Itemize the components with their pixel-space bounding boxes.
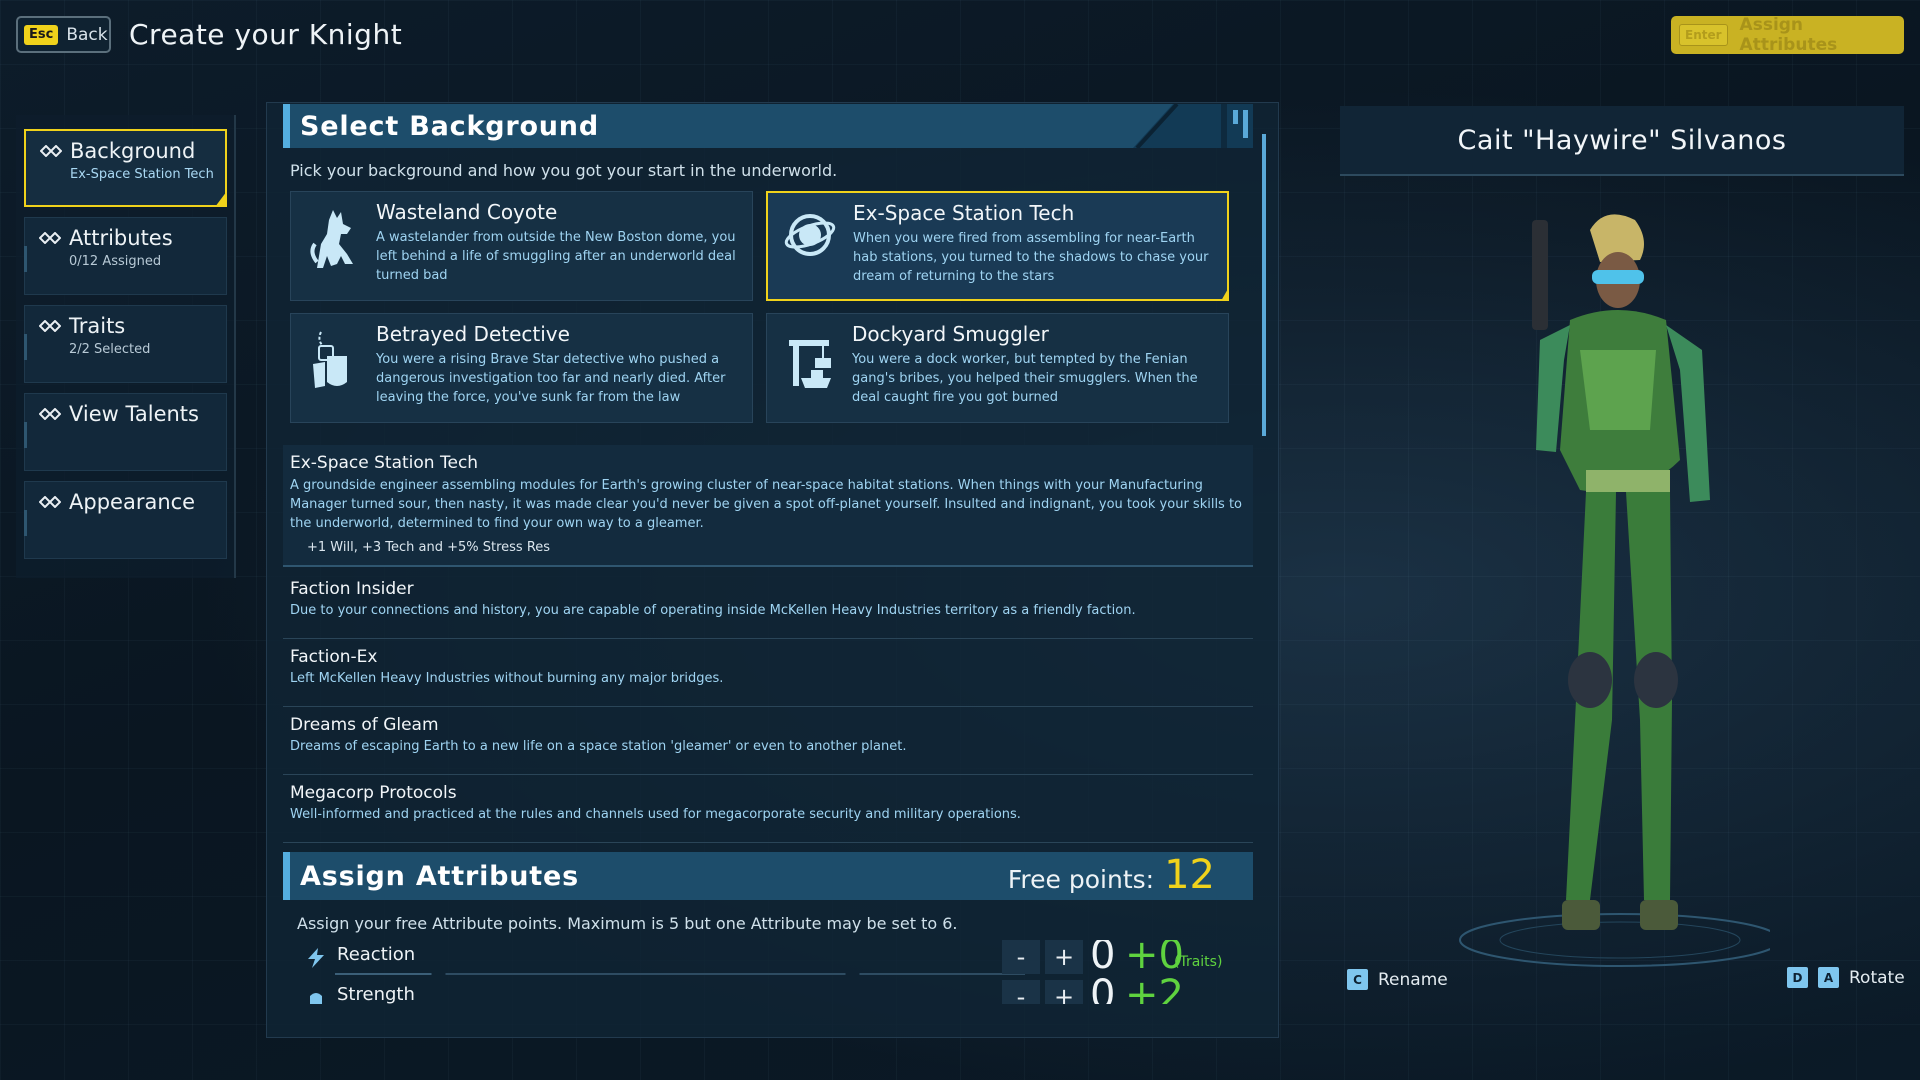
card-title: Dockyard Smuggler bbox=[852, 322, 1049, 346]
esc-key-hint: Esc bbox=[24, 24, 59, 45]
attributes-intro-text: Assign your free Attribute points. Maxim… bbox=[297, 914, 958, 933]
rotate-label: Rotate bbox=[1849, 967, 1905, 988]
sidebar-item-sub: Ex-Space Station Tech bbox=[70, 167, 214, 182]
character-model[interactable] bbox=[1440, 200, 1770, 980]
character-name: Cait "Haywire" Silvanos bbox=[1340, 106, 1904, 176]
cards-scrollbar[interactable] bbox=[1262, 134, 1266, 436]
section-title: Assign Attributes bbox=[300, 860, 579, 892]
trait-name: Faction-Ex bbox=[290, 647, 378, 667]
strength-icon bbox=[310, 993, 322, 1004]
trait-name: Dreams of Gleam bbox=[290, 715, 439, 735]
d-key-hint: D bbox=[1787, 967, 1808, 988]
attribute-value: 0 bbox=[1090, 972, 1116, 1004]
sidebar-item-label: Traits bbox=[69, 314, 126, 338]
crane-icon bbox=[789, 340, 831, 388]
enter-key-hint: Enter bbox=[1679, 24, 1728, 46]
rename-hint[interactable]: C Rename bbox=[1347, 969, 1448, 990]
diamond-arrows-icon bbox=[40, 145, 62, 157]
diamond-arrows-icon bbox=[39, 320, 61, 332]
decrease-button[interactable]: - bbox=[1002, 980, 1040, 1004]
rename-label: Rename bbox=[1378, 969, 1448, 990]
card-description: You were a rising Brave Star detective w… bbox=[376, 352, 726, 405]
trait-description: Due to your connections and history, you… bbox=[290, 603, 1136, 618]
card-title: Ex-Space Station Tech bbox=[853, 201, 1075, 225]
free-points: Free points: 12 bbox=[1008, 852, 1215, 898]
section-title: Select Background bbox=[300, 110, 599, 142]
trait-description: Well-informed and practiced at the rules… bbox=[290, 807, 1021, 822]
background-card-dockyard-smuggler[interactable]: Dockyard Smuggler You were a dock worker… bbox=[766, 313, 1229, 423]
trait-name: Megacorp Protocols bbox=[290, 783, 457, 803]
trait-item: Faction Insider Due to your connections … bbox=[283, 573, 1253, 639]
a-key-hint: A bbox=[1818, 967, 1839, 988]
sidebar-item-background[interactable]: Background Ex-Space Station Tech bbox=[24, 129, 227, 207]
sidebar-item-label: View Talents bbox=[69, 402, 199, 426]
trait-description: Left McKellen Heavy Industries without b… bbox=[290, 671, 724, 686]
sidebar-item-sub: 2/2 Selected bbox=[69, 342, 151, 357]
sidebar-item-label: Background bbox=[70, 139, 196, 163]
sidebar-item-appearance[interactable]: Appearance bbox=[24, 481, 227, 559]
assign-attributes-header: Assign Attributes Free points: 12 bbox=[283, 852, 1253, 900]
sidebar-item-sub: 0/12 Assigned bbox=[69, 254, 162, 269]
attribute-bonus: +2 bbox=[1125, 972, 1184, 1004]
sidebar-item-label: Attributes bbox=[69, 226, 173, 250]
sidebar-item-label: Appearance bbox=[69, 490, 196, 514]
detail-title: Ex-Space Station Tech bbox=[290, 453, 479, 473]
card-title: Wasteland Coyote bbox=[376, 200, 558, 224]
diamond-arrows-icon bbox=[39, 232, 61, 244]
trait-description: Dreams of escaping Earth to a new life o… bbox=[290, 739, 907, 754]
sidebar-item-attributes[interactable]: Attributes 0/12 Assigned bbox=[24, 217, 227, 295]
attribute-name: Strength bbox=[337, 984, 415, 1004]
diamond-arrows-icon bbox=[39, 496, 61, 508]
attributes-list: Reaction - + 0 +0 (Traits) Strength - + … bbox=[283, 940, 1253, 1004]
back-button[interactable]: Esc Back bbox=[16, 16, 111, 53]
card-description: A wastelander from outside the New Bosto… bbox=[376, 230, 736, 283]
increase-button[interactable]: + bbox=[1045, 940, 1083, 974]
attribute-row-reaction: Reaction - + 0 +0 (Traits) bbox=[300, 940, 1235, 978]
background-card-wasteland-coyote[interactable]: Wasteland Coyote A wastelander from outs… bbox=[290, 191, 753, 301]
attribute-row-strength: Strength - + 0 +2 bbox=[300, 972, 1235, 1004]
sidebar-item-view-talents[interactable]: View Talents bbox=[24, 393, 227, 471]
trait-item: Megacorp Protocols Well-informed and pra… bbox=[283, 777, 1253, 843]
diamond-arrows-icon bbox=[39, 408, 61, 420]
background-detail: Ex-Space Station Tech A groundside engin… bbox=[283, 445, 1253, 567]
trait-item: Dreams of Gleam Dreams of escaping Earth… bbox=[283, 709, 1253, 775]
space-station-icon bbox=[784, 214, 836, 256]
attribute-bonus-source: (Traits) bbox=[1174, 954, 1223, 970]
lightning-icon bbox=[308, 948, 324, 968]
trait-item: Faction-Ex Left McKellen Heavy Industrie… bbox=[283, 641, 1253, 707]
increase-button[interactable]: + bbox=[1045, 980, 1083, 1004]
coyote-icon bbox=[310, 210, 353, 268]
selected-corner-marker bbox=[215, 191, 227, 207]
card-description: When you were fired from assembling for … bbox=[853, 231, 1209, 284]
back-label: Back bbox=[66, 24, 108, 45]
selected-corner-marker bbox=[1221, 287, 1229, 301]
card-title: Betrayed Detective bbox=[376, 322, 570, 346]
card-description: You were a dock worker, but tempted by t… bbox=[852, 352, 1198, 405]
c-key-hint: C bbox=[1347, 969, 1368, 990]
decrease-button[interactable]: - bbox=[1002, 940, 1040, 974]
background-card-betrayed-detective[interactable]: Betrayed Detective You were a rising Bra… bbox=[290, 313, 753, 423]
rotate-hint[interactable]: D A Rotate bbox=[1787, 967, 1905, 988]
free-points-label: Free points: bbox=[1007, 865, 1155, 894]
sidebar-item-traits[interactable]: Traits 2/2 Selected bbox=[24, 305, 227, 383]
header-decoration bbox=[1133, 104, 1253, 148]
background-intro-text: Pick your background and how you got you… bbox=[290, 161, 838, 180]
trait-name: Faction Insider bbox=[290, 579, 414, 599]
select-background-header: Select Background bbox=[283, 104, 1253, 148]
assign-attributes-button[interactable]: Enter Assign Attributes bbox=[1671, 15, 1904, 55]
badge-icon bbox=[313, 331, 347, 388]
assign-attributes-label: Assign Attributes bbox=[1739, 15, 1838, 55]
background-card-ex-space-station-tech[interactable]: Ex-Space Station Tech When you were fire… bbox=[766, 191, 1229, 301]
detail-description: A groundside engineer assembling modules… bbox=[290, 478, 1243, 531]
attribute-name: Reaction bbox=[337, 944, 416, 965]
page-title: Create your Knight bbox=[129, 18, 403, 51]
free-points-value: 12 bbox=[1164, 852, 1215, 898]
detail-bonus: +1 Will, +3 Tech and +5% Stress Res bbox=[307, 540, 551, 555]
creation-steps-sidebar: Background Ex-Space Station Tech Attribu… bbox=[16, 115, 236, 578]
